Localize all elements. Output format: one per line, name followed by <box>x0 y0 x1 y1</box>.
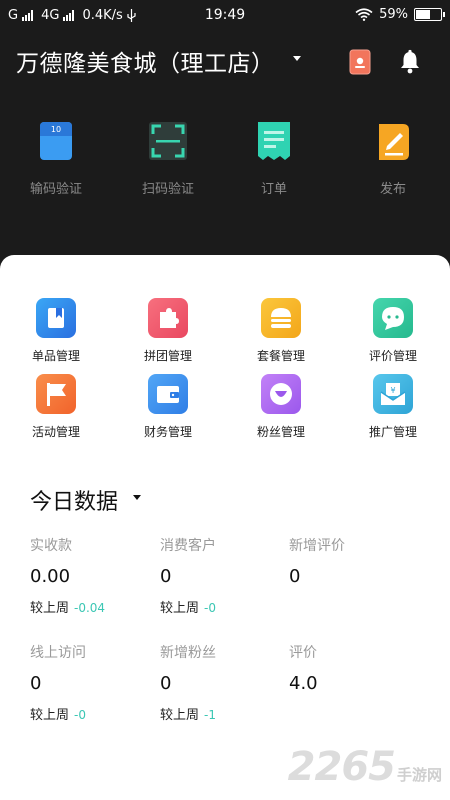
grid-item-activity[interactable]: 活动管理 <box>0 374 112 440</box>
store-name[interactable]: 万德隆美食城（理工店） <box>16 44 275 78</box>
stat-new-reviews: 新增评价 0 <box>289 535 419 587</box>
wifi-icon <box>355 8 373 21</box>
grid-item-group[interactable]: 拼团管理 <box>112 298 224 364</box>
battery-text: 59% <box>379 7 408 22</box>
grid-item-combo[interactable]: 套餐管理 <box>225 298 337 364</box>
store-switch-caret-icon[interactable] <box>293 56 301 61</box>
stat-new-fans: 新增粉丝 0 较上周 -1 <box>160 642 290 723</box>
stat-label: 消费客户 <box>160 538 216 554</box>
stat-value: 0 <box>160 673 172 694</box>
grid-item-label: 评价管理 <box>368 349 417 363</box>
promo-icon: ¥ <box>373 374 413 414</box>
grid-item-label: 活动管理 <box>31 425 80 439</box>
puzzle-icon <box>148 298 188 338</box>
compare-label: 较上周 <box>160 708 200 723</box>
stat-value: 0 <box>30 673 42 694</box>
top-action-label: 订单 <box>260 182 287 197</box>
battery-icon <box>414 8 445 21</box>
svg-text:¥: ¥ <box>390 386 395 395</box>
stat-label: 评价 <box>289 645 317 661</box>
stat-label: 线上访问 <box>30 645 86 661</box>
compare-label: 较上周 <box>30 601 70 616</box>
watermark: 2265 手游网 <box>288 744 442 790</box>
compare-label: 较上周 <box>30 708 70 723</box>
stat-online-visits: 线上访问 0 较上周 -0 <box>30 642 160 723</box>
scan-code-icon <box>149 122 187 160</box>
grid-item-label: 单品管理 <box>31 349 80 363</box>
stat-delta: -0 <box>204 601 216 615</box>
stat-compare: 较上周 -1 <box>160 704 290 723</box>
stat-revenue: 实收款 0.00 较上周 -0.04 <box>30 535 160 616</box>
header: 万德隆美食城（理工店） <box>0 40 450 84</box>
product-icon <box>36 298 76 338</box>
publish-icon <box>379 124 409 160</box>
top-action-label: 输码验证 <box>29 182 82 197</box>
stat-delta: -1 <box>204 708 216 722</box>
grid-item-label: 推广管理 <box>368 425 417 439</box>
stat-customers: 消费客户 0 较上周 -0 <box>160 535 290 616</box>
today-caret-icon[interactable] <box>133 495 141 500</box>
grid-item-fans[interactable]: 粉丝管理 <box>225 374 337 440</box>
grid-item-label: 套餐管理 <box>256 349 305 363</box>
today-title[interactable]: 今日数据 <box>30 484 118 516</box>
stat-label: 新增评价 <box>289 538 345 554</box>
order-icon <box>258 122 290 160</box>
stat-compare: 较上周 -0.04 <box>30 597 160 616</box>
stat-compare: 较上周 -0 <box>160 597 290 616</box>
stat-value: 0.00 <box>30 566 71 587</box>
card-icon[interactable] <box>348 48 372 76</box>
grid-item-label: 粉丝管理 <box>256 425 305 439</box>
input-code-icon: 10 <box>40 122 72 160</box>
grid-item-review[interactable]: 评价管理 <box>337 298 449 364</box>
bell-icon[interactable] <box>398 48 422 76</box>
grid-item-finance[interactable]: 财务管理 <box>112 374 224 440</box>
stat-label: 新增粉丝 <box>160 645 216 661</box>
stat-delta: -0.04 <box>74 601 106 615</box>
top-action-order[interactable]: 订单 <box>218 116 330 197</box>
grid-item-promotion[interactable]: ¥ 推广管理 <box>337 374 449 440</box>
wallet-icon <box>148 374 188 414</box>
top-actions: 10 输码验证 扫码验证 订单 发布 <box>0 116 450 206</box>
top-action-label: 扫码验证 <box>141 182 194 197</box>
top-action-publish[interactable]: 发布 <box>337 116 449 197</box>
status-right: 59% <box>355 7 445 22</box>
chat-icon <box>373 298 413 338</box>
stat-label: 实收款 <box>30 538 72 554</box>
watermark-number: 2265 <box>287 744 396 790</box>
status-bar: G 4G 0.4K/s 19:49 59% <box>0 0 450 32</box>
grid-item-label: 拼团管理 <box>143 349 192 363</box>
grid-item-product[interactable]: 单品管理 <box>0 298 112 364</box>
fan-icon <box>261 374 301 414</box>
compare-label: 较上周 <box>160 601 200 616</box>
top-action-input-code[interactable]: 10 输码验证 <box>0 116 112 197</box>
flag-icon <box>36 374 76 414</box>
burger-icon <box>261 298 301 338</box>
top-action-scan-code[interactable]: 扫码验证 <box>112 116 224 197</box>
stat-delta: -0 <box>74 708 86 722</box>
svg-text:10: 10 <box>51 125 61 134</box>
stat-rating: 评价 4.0 <box>289 642 419 694</box>
stat-compare: 较上周 -0 <box>30 704 160 723</box>
watermark-text: 手游网 <box>396 766 442 784</box>
stat-value: 0 <box>289 566 301 587</box>
main-panel: 单品管理 拼团管理 套餐管理 评价管理 活动管理 财务管理 粉丝管理 ¥ 推广管… <box>0 255 450 800</box>
stat-value: 0 <box>160 566 172 587</box>
grid-item-label: 财务管理 <box>143 425 192 439</box>
stat-value: 4.0 <box>289 673 318 694</box>
top-action-label: 发布 <box>379 182 406 197</box>
